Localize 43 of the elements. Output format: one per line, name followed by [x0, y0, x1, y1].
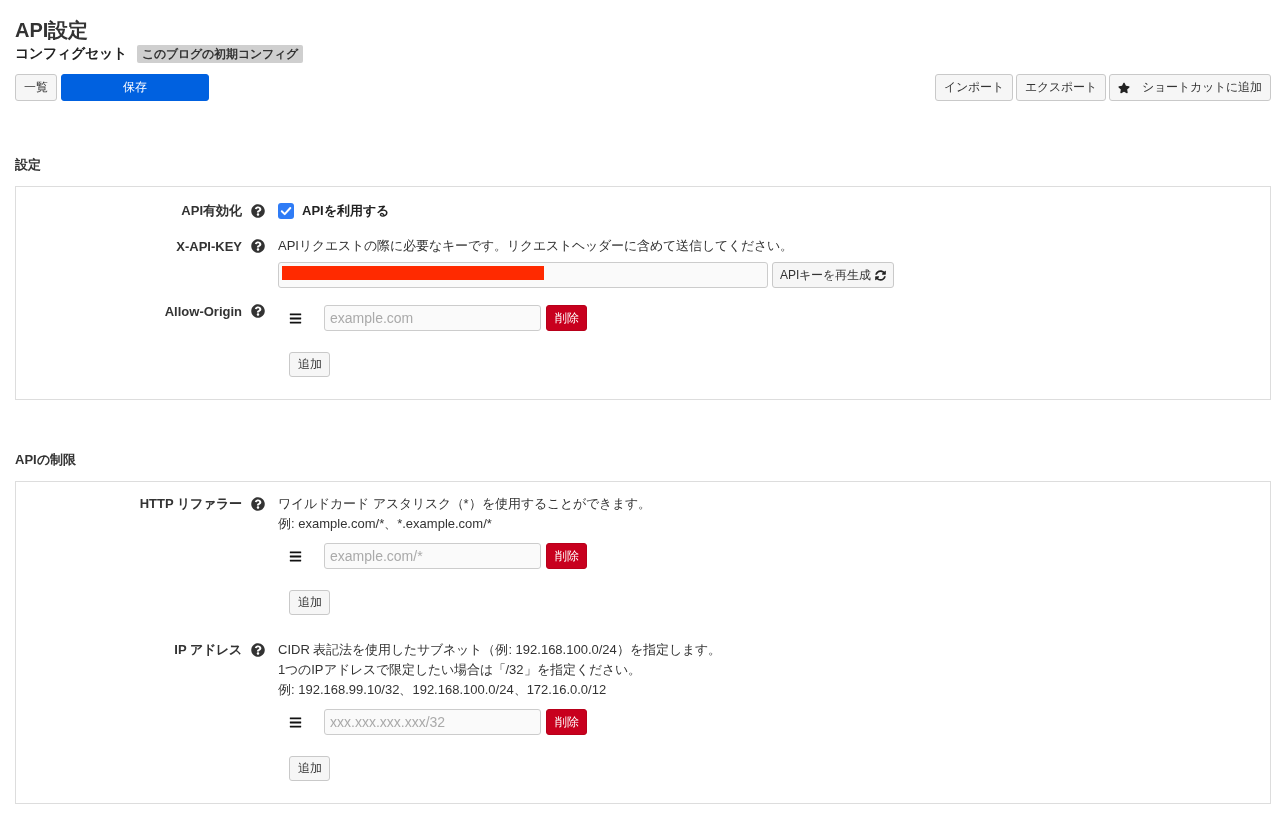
help-icon[interactable] — [251, 497, 265, 511]
field-label: IP アドレス — [174, 641, 242, 659]
input-field[interactable]: example.com/* — [324, 543, 541, 569]
description-text: 例: example.com/*、*.example.com/* — [278, 515, 492, 533]
config-set-label: コンフィグセット — [15, 45, 127, 63]
save-button[interactable]: 保存 — [61, 74, 209, 101]
page-title: API設定 — [15, 18, 89, 43]
help-icon[interactable] — [251, 204, 265, 218]
field-label: HTTP リファラー — [139, 495, 242, 513]
toolbar-button[interactable]: エクスポート — [1016, 74, 1106, 101]
toolbar-button[interactable]: 一覧 — [15, 74, 57, 101]
checkbox-label[interactable]: APIを利用する — [302, 202, 389, 220]
checkbox[interactable] — [278, 203, 294, 219]
add-button[interactable]: 追加 — [289, 352, 330, 377]
config-badge: このブログの初期コンフィグ — [137, 45, 303, 63]
delete-button[interactable]: 削除 — [546, 543, 587, 569]
help-icon[interactable] — [251, 304, 265, 318]
description-text: APIリクエストの際に必要なキーです。リクエストヘッダーに含めて送信してください。 — [278, 237, 793, 255]
input-field[interactable]: example.com — [324, 305, 541, 331]
description-text: 例: 192.168.99.10/32、192.168.100.0/24、172.16.0.0/12 — [278, 681, 607, 699]
field-label: Allow-Origin — [164, 303, 242, 319]
add-button[interactable]: 追加 — [289, 590, 330, 615]
drag-handle-icon[interactable] — [289, 311, 302, 325]
star-icon — [1118, 81, 1130, 94]
section-heading: 設定 — [15, 156, 41, 174]
help-icon[interactable] — [251, 643, 265, 657]
add-button[interactable]: 追加 — [289, 756, 330, 781]
help-icon[interactable] — [251, 239, 265, 253]
regenerate-button[interactable]: APIキーを再生成 — [772, 262, 895, 288]
drag-handle-icon[interactable] — [289, 549, 302, 563]
toolbar-button[interactable]: インポート — [935, 74, 1013, 101]
field-label: X-API-KEY — [176, 238, 242, 254]
delete-button[interactable]: 削除 — [546, 709, 587, 735]
delete-button[interactable]: 削除 — [546, 305, 587, 331]
description-text: CIDR 表記法を使用したサブネット（例: 192.168.100.0/24）を指定します。 — [278, 641, 721, 659]
description-text: 1つのIPアドレスで限定したい場合は「/32」を指定ください。 — [278, 661, 641, 679]
shortcut-button[interactable]: ショートカットに追加 — [1109, 74, 1271, 101]
refresh-icon — [875, 269, 887, 281]
field-label: API有効化 — [181, 202, 242, 220]
section-heading: APIの制限 — [15, 451, 76, 469]
input-field[interactable]: xxx.xxx.xxx.xxx/32 — [324, 709, 541, 735]
description-text: ワイルドカード アスタリスク（*）を使用することができます。 — [278, 495, 651, 513]
drag-handle-icon[interactable] — [289, 715, 302, 729]
